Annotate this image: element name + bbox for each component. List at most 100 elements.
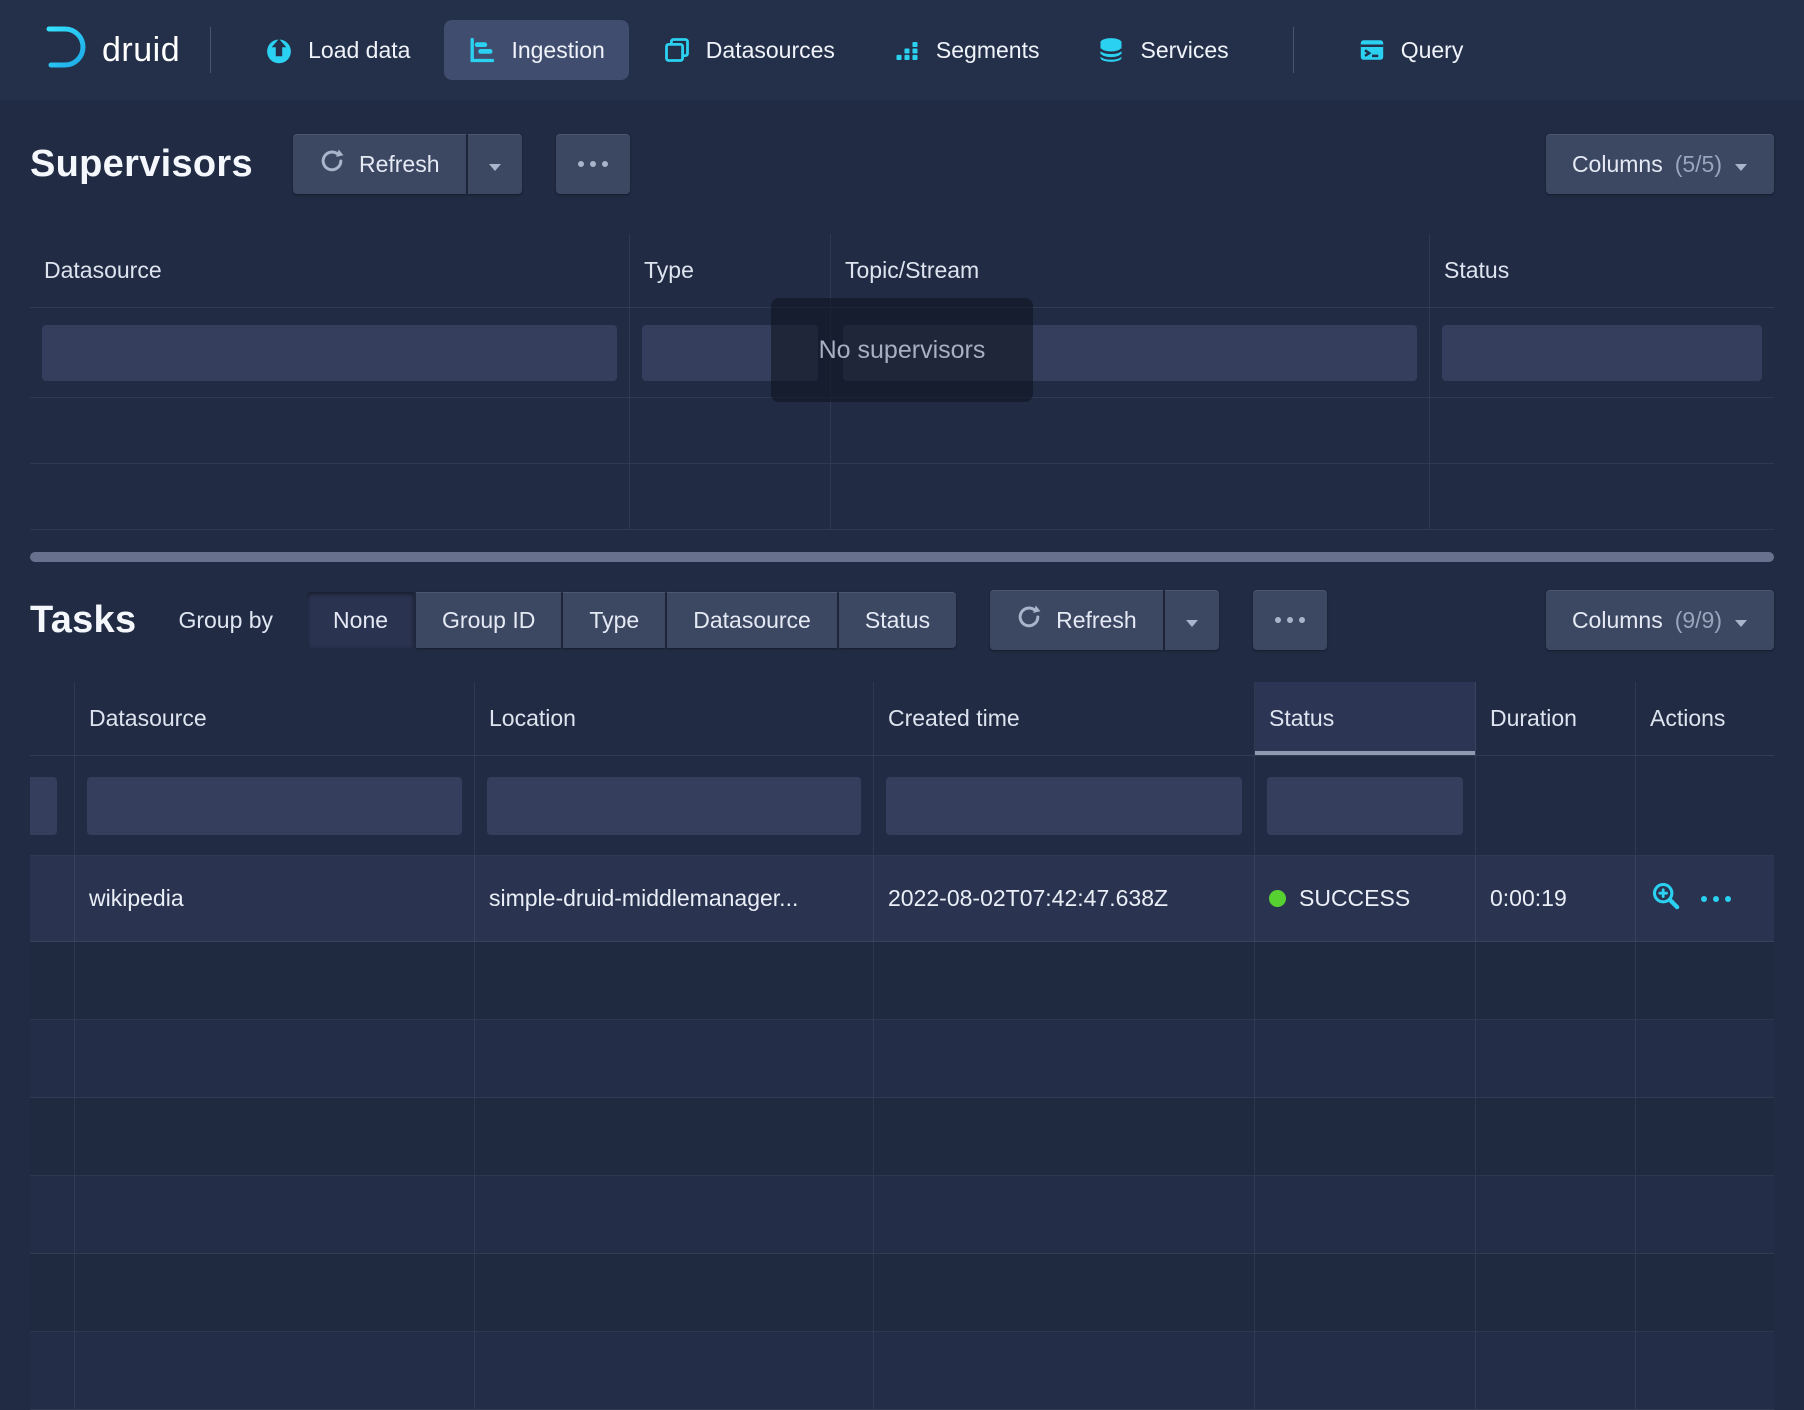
column-header-datasource[interactable]: Datasource — [30, 234, 630, 307]
tasks-more-button[interactable] — [1253, 590, 1327, 650]
created-time-filter-input[interactable] — [886, 777, 1242, 835]
nav-item-label: Query — [1401, 37, 1464, 64]
supervisors-refresh-button[interactable]: Refresh — [293, 134, 466, 194]
table-row — [30, 398, 1774, 464]
tasks-refresh-group: Refresh — [990, 590, 1219, 650]
column-header-duration[interactable]: Duration — [1476, 682, 1636, 755]
tasks-filter-row — [30, 756, 1774, 856]
group-by-group-id-button[interactable]: Group ID — [416, 592, 561, 648]
nav-item-label: Ingestion — [511, 37, 604, 64]
supervisors-refresh-dropdown-button[interactable] — [468, 134, 522, 194]
table-row — [30, 1098, 1774, 1176]
chevron-down-icon — [1185, 607, 1199, 634]
task-datasource: wikipedia — [89, 885, 184, 912]
nav-item-label: Services — [1140, 37, 1228, 64]
logo-text: druid — [102, 31, 180, 70]
refresh-label: Refresh — [1056, 607, 1137, 634]
supervisors-section: Supervisors Refresh Columns — [0, 128, 1804, 562]
horizontal-scrollbar[interactable] — [30, 552, 1774, 562]
group-by-status-button[interactable]: Status — [839, 592, 956, 648]
status-dot — [1269, 890, 1286, 907]
group-by-type-button[interactable]: Type — [563, 592, 665, 648]
group-by-none-button[interactable]: None — [307, 592, 414, 648]
nav-item-label: Datasources — [706, 37, 835, 64]
nav-item-ingestion[interactable]: Ingestion — [444, 20, 628, 80]
supervisors-header-row: Datasource Type Topic/Stream Status — [30, 234, 1774, 308]
columns-label: Columns — [1572, 607, 1663, 634]
tasks-columns-button[interactable]: Columns (9/9) — [1546, 590, 1774, 650]
table-row — [30, 1020, 1774, 1098]
tasks-section: Tasks Group by None Group ID Type Dataso… — [0, 588, 1804, 1410]
more-icon — [578, 161, 608, 167]
type-filter-input[interactable] — [642, 325, 818, 381]
status-filter-input[interactable] — [1267, 777, 1463, 835]
column-header-location[interactable]: Location — [475, 682, 874, 755]
column-header-status[interactable]: Status — [1430, 234, 1774, 307]
task-created-time: 2022-08-02T07:42:47.638Z — [888, 885, 1168, 912]
nav-item-segments[interactable]: Segments — [869, 20, 1064, 80]
chevron-down-icon — [1734, 607, 1748, 634]
group-by-label: Group by — [178, 607, 273, 634]
group-by-segmented-control: None Group ID Type Datasource Status — [307, 592, 956, 648]
column-header-actions[interactable]: Actions — [1636, 682, 1774, 755]
row-actions-icon[interactable] — [1701, 896, 1731, 902]
refresh-icon — [319, 148, 345, 180]
nav-item-label: Segments — [936, 37, 1040, 64]
status-badge: SUCCESS — [1299, 885, 1410, 912]
status-filter-input[interactable] — [1442, 325, 1762, 381]
nav-item-label: Load data — [308, 37, 410, 64]
supervisors-title: Supervisors — [30, 143, 253, 186]
supervisors-table: Datasource Type Topic/Stream Status No s… — [30, 234, 1774, 530]
tasks-table: Datasource Location Created time Status … — [30, 682, 1774, 1410]
columns-count: (9/9) — [1675, 607, 1722, 634]
supervisors-more-button[interactable] — [556, 134, 630, 194]
supervisors-filter-row — [30, 308, 1774, 398]
tasks-refresh-button[interactable]: Refresh — [990, 590, 1163, 650]
datasource-filter-input[interactable] — [87, 777, 462, 835]
nav-item-datasources[interactable]: Datasources — [639, 20, 859, 80]
bar-chart-icon — [893, 36, 921, 64]
supervisors-columns-button[interactable]: Columns (5/5) — [1546, 134, 1774, 194]
nav-item-services[interactable]: Services — [1073, 20, 1252, 80]
console-icon — [1358, 36, 1386, 64]
table-row[interactable]: wikipedia simple-druid-middlemanager... … — [30, 856, 1774, 942]
location-filter-input[interactable] — [487, 777, 861, 835]
druid-logo[interactable]: druid — [36, 24, 180, 76]
refresh-label: Refresh — [359, 151, 440, 178]
nav-divider — [1293, 27, 1294, 73]
database-icon — [1097, 36, 1125, 64]
column-header-status[interactable]: Status — [1255, 682, 1476, 755]
chevron-down-icon — [1734, 151, 1748, 178]
topic-stream-filter-input[interactable] — [843, 325, 1417, 381]
nav-items: Load data Ingestion Datasources — [241, 20, 1487, 80]
nav-item-query[interactable]: Query — [1334, 20, 1488, 80]
tasks-header-row: Datasource Location Created time Status … — [30, 682, 1774, 756]
columns-count: (5/5) — [1675, 151, 1722, 178]
nav-divider — [210, 27, 211, 73]
column-header-topic-stream[interactable]: Topic/Stream — [831, 234, 1430, 307]
table-row — [30, 1176, 1774, 1254]
datasource-filter-input[interactable] — [42, 325, 617, 381]
table-row — [30, 1332, 1774, 1410]
magnifier-plus-icon[interactable] — [1650, 880, 1681, 917]
column-header-datasource[interactable]: Datasource — [75, 682, 475, 755]
columns-label: Columns — [1572, 151, 1663, 178]
table-row — [30, 942, 1774, 1020]
group-by-datasource-button[interactable]: Datasource — [667, 592, 837, 648]
column-header-created-time[interactable]: Created time — [874, 682, 1255, 755]
gantt-chart-icon — [468, 36, 496, 64]
supervisors-refresh-group: Refresh — [293, 134, 522, 194]
nav-item-load-data[interactable]: Load data — [241, 20, 434, 80]
task-location: simple-druid-middlemanager... — [489, 885, 798, 912]
clipped-filter-input[interactable] — [30, 777, 57, 835]
tasks-title: Tasks — [30, 599, 136, 642]
table-row — [30, 1254, 1774, 1332]
navbar: druid Load data Ingestion — [0, 0, 1804, 100]
table-row — [30, 464, 1774, 530]
chevron-down-icon — [488, 151, 502, 178]
column-header-type[interactable]: Type — [630, 234, 831, 307]
column-header-expander — [30, 682, 75, 755]
upload-icon — [265, 36, 293, 64]
task-duration: 0:00:19 — [1490, 885, 1567, 912]
tasks-refresh-dropdown-button[interactable] — [1165, 590, 1219, 650]
